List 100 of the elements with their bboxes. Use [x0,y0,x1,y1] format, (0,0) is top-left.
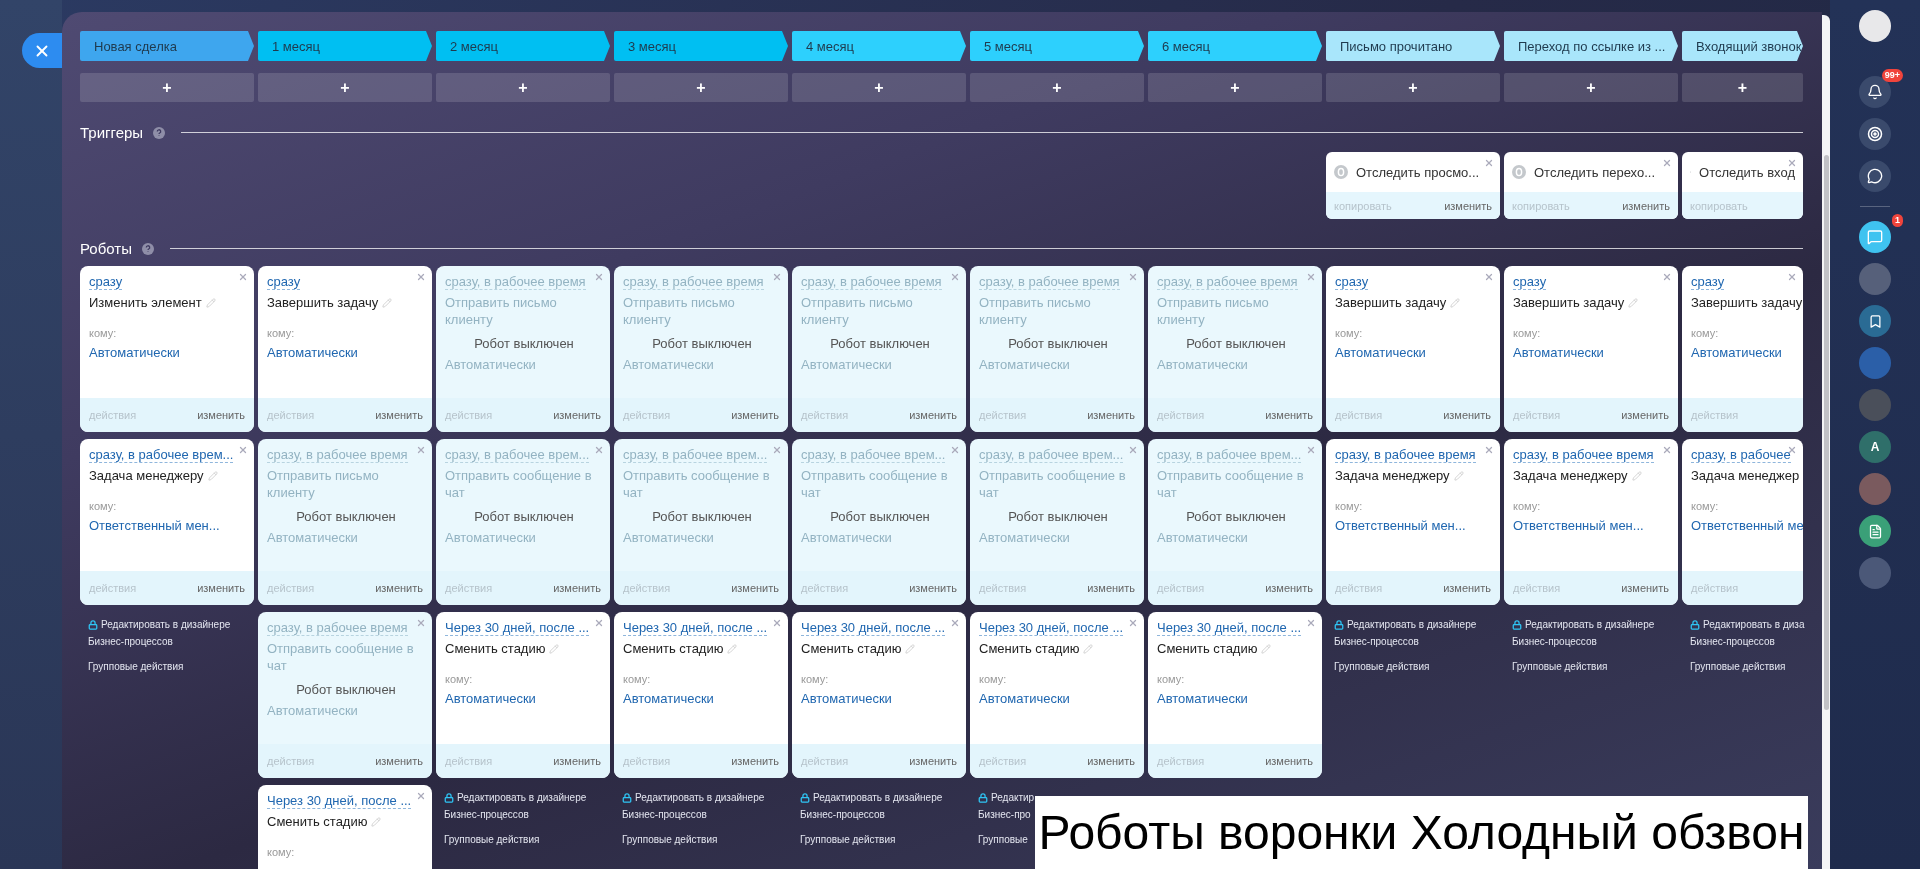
recipient-value[interactable]: Автоматически [445,691,536,706]
group-actions-link[interactable]: Групповые действия [800,834,896,845]
group-actions-link[interactable]: Групповые [978,834,1028,845]
close-icon[interactable] [1306,445,1316,455]
edit-link[interactable]: изменить [1621,409,1669,421]
recipient-value[interactable]: Автоматически [267,345,358,360]
close-icon[interactable] [950,272,960,282]
close-icon[interactable] [950,445,960,455]
edit-link[interactable]: изменить [731,755,779,767]
edit-link[interactable]: изменить [1087,755,1135,767]
pencil-icon[interactable] [549,643,560,654]
close-icon[interactable] [1128,272,1138,282]
robot-condition-link[interactable]: Через 30 дней, после ... [267,793,412,809]
add-robot-button[interactable]: + [436,73,610,102]
group-actions-link[interactable]: Групповые действия [1334,661,1430,672]
close-icon[interactable] [772,618,782,628]
stage-tab[interactable]: Переход по ссылке из ... [1504,31,1678,61]
edit-link[interactable]: изменить [1087,582,1135,594]
avatar-circle[interactable] [1859,347,1891,379]
pencil-icon[interactable] [905,643,916,654]
pencil-icon[interactable] [371,816,382,827]
document-button[interactable] [1859,515,1891,547]
close-icon[interactable] [238,445,248,455]
close-icon[interactable] [1787,272,1797,282]
edit-link[interactable]: изменить [375,582,423,594]
recipient-value[interactable]: Автоматически [623,691,714,706]
designer-link[interactable]: Бизнес-про [978,806,1031,823]
close-icon[interactable] [594,618,604,628]
close-icon[interactable] [594,272,604,282]
add-robot-button[interactable]: + [1148,73,1322,102]
group-actions-link[interactable]: Групповые действия [1512,661,1608,672]
stage-tab[interactable]: 1 месяц [258,31,432,61]
stage-tab[interactable]: 4 месяц [792,31,966,61]
close-icon[interactable] [1787,158,1797,168]
robot-condition-link[interactable]: сразу, в рабочее врем... [89,447,234,463]
close-icon[interactable] [1662,445,1672,455]
close-icon[interactable] [416,272,426,282]
edit-link[interactable]: изменить [731,409,779,421]
edit-link[interactable]: изменить [1265,409,1313,421]
edit-link[interactable]: изменить [1443,582,1491,594]
recipient-value[interactable]: Автоматически [1335,345,1426,360]
close-icon[interactable] [1306,272,1316,282]
designer-link[interactable]: Бизнес-процессов [800,806,885,823]
edit-link[interactable]: изменить [731,582,779,594]
add-robot-button[interactable]: + [614,73,788,102]
close-button[interactable] [22,33,62,68]
close-icon[interactable] [1128,445,1138,455]
bookmark-button[interactable] [1859,305,1891,337]
designer-link[interactable]: Бизнес-процессов [88,633,173,650]
recipient-value[interactable]: Автоматически [1691,345,1782,360]
close-icon[interactable] [950,618,960,628]
spiral-button[interactable] [1859,118,1891,150]
close-icon[interactable] [772,445,782,455]
close-icon[interactable] [1484,445,1494,455]
stage-tab[interactable]: 2 месяц [436,31,610,61]
edit-link[interactable]: изменить [1443,409,1491,421]
avatar-circle[interactable] [1859,263,1891,295]
designer-link[interactable]: Редактировать в дизайнере [101,616,231,633]
designer-link[interactable]: Бизнес-процессов [1334,633,1419,650]
close-icon[interactable] [1306,618,1316,628]
close-icon[interactable] [238,272,248,282]
messages-button[interactable] [1859,221,1891,253]
edit-link[interactable]: изменить [909,582,957,594]
edit-link[interactable]: изменить [1087,409,1135,421]
user-initial-avatar[interactable]: A [1859,431,1891,463]
group-actions-link[interactable]: Групповые действия [88,661,184,672]
pencil-icon[interactable] [1453,470,1464,481]
pencil-icon[interactable] [1631,470,1642,481]
robot-condition-link[interactable]: Через 30 дней, после ... [445,620,590,636]
robot-condition-link[interactable]: Через 30 дней, после ... [623,620,768,636]
robot-condition-link[interactable]: Через 30 дней, после ... [801,620,946,636]
robot-condition-link[interactable]: сразу, в рабочее [1691,447,1791,463]
pencil-icon[interactable] [207,470,218,481]
edit-link[interactable]: изменить [1444,199,1492,212]
robot-card[interactable]: Через 30 дней, после ... Сменить стадию кому: [258,785,432,869]
add-robot-button[interactable]: + [1682,73,1803,102]
add-robot-button[interactable]: + [1326,73,1500,102]
close-icon[interactable] [1662,272,1672,282]
avatar-circle[interactable] [1859,473,1891,505]
designer-link[interactable]: Бизнес-процессов [444,806,529,823]
recipient-value[interactable]: Автоматически [979,691,1070,706]
user-avatar[interactable] [1859,10,1891,42]
stage-tab[interactable]: Письмо прочитано [1326,31,1500,61]
designer-link[interactable]: Редактировать в дизайнере [1525,616,1655,633]
robot-condition-link[interactable]: сразу, в рабочее время [1335,447,1476,463]
recipient-value[interactable]: Ответственный мен... [1335,518,1466,533]
chat-button[interactable] [1859,160,1891,192]
robot-condition-link[interactable]: сразу [1513,274,1547,290]
designer-link[interactable]: Редактировать в дизайнере [1347,616,1477,633]
edit-link[interactable]: изменить [375,409,423,421]
robot-condition-link[interactable]: сразу, в рабочее время [1513,447,1654,463]
close-icon[interactable] [416,445,426,455]
designer-link[interactable]: Редактировать в дизайнере [813,789,943,806]
close-icon[interactable] [772,272,782,282]
edit-link[interactable]: изменить [197,409,245,421]
pencil-icon[interactable] [1261,643,1272,654]
edit-link[interactable]: изменить [553,755,601,767]
add-robot-button[interactable]: + [792,73,966,102]
robot-condition-link[interactable]: сразу [1691,274,1725,290]
group-actions-link[interactable]: Групповые действия [444,834,540,845]
